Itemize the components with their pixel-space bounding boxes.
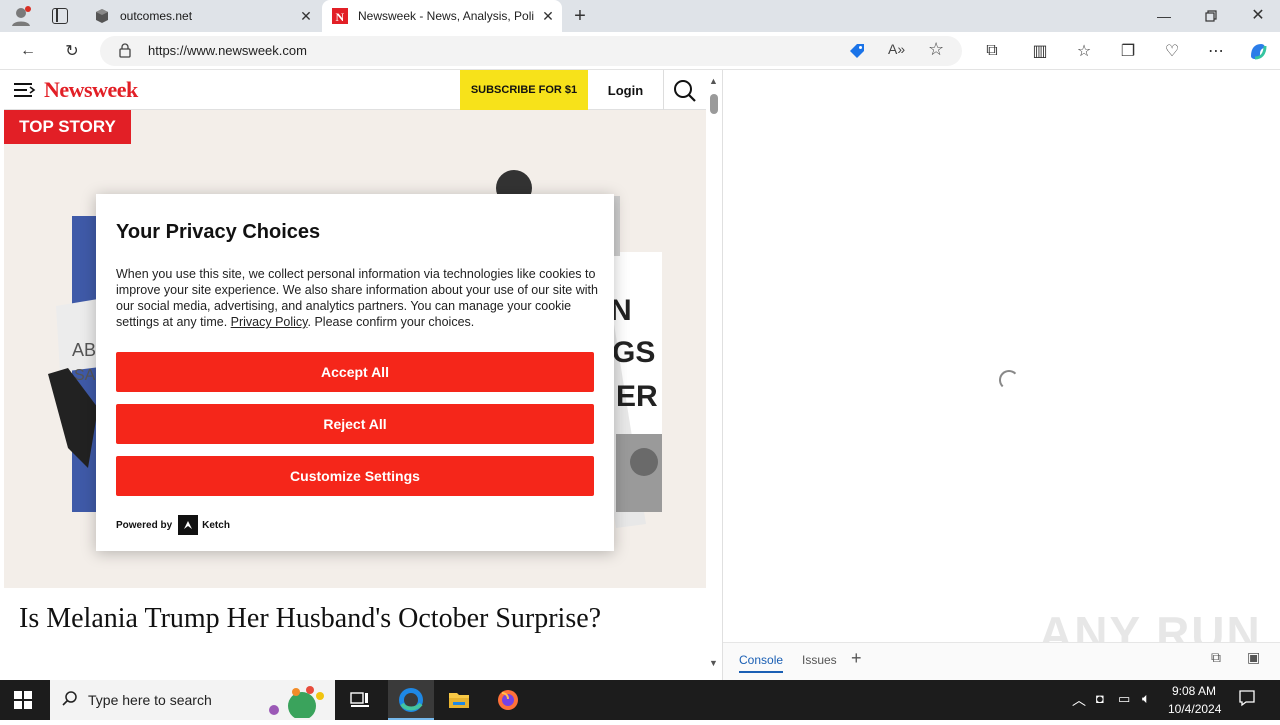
ketch-logo-icon: [178, 515, 199, 535]
dialog-title: Your Privacy Choices: [116, 221, 321, 243]
edge-taskbar-icon[interactable]: [388, 680, 434, 720]
powered-by: Powered by Ketch: [116, 515, 230, 535]
customize-settings-button[interactable]: Customize Settings: [116, 456, 594, 496]
extensions-icon[interactable]: ⧉: [980, 39, 1004, 63]
more-menu-icon[interactable]: ⋯: [1204, 39, 1228, 63]
drawer-icon[interactable]: ▣: [1247, 649, 1260, 666]
privacy-policy-link[interactable]: Privacy Policy: [231, 315, 308, 329]
login-button[interactable]: Login: [588, 70, 664, 110]
tab-actions-icon[interactable]: [52, 8, 68, 24]
refresh-icon[interactable]: ↻: [60, 39, 84, 63]
favorites-icon[interactable]: ☆: [1072, 39, 1096, 63]
tab-issues[interactable]: Issues: [802, 653, 837, 667]
dialog-body: When you use this site, we collect perso…: [116, 266, 598, 330]
close-window-button[interactable]: ✕: [1244, 5, 1272, 25]
newsweek-logo[interactable]: Newsweek: [44, 77, 138, 103]
add-tab-icon[interactable]: +: [851, 648, 862, 669]
svg-text:AB: AB: [72, 340, 96, 360]
back-icon[interactable]: ←: [16, 39, 40, 63]
address-bar[interactable]: https://www.newsweek.com A» ☆: [100, 36, 962, 66]
profile-icon[interactable]: [10, 5, 32, 27]
site-header: Newsweek SUBSCRIBE FOR $1 Login: [4, 70, 706, 110]
devtools-panel: ANY RUN Console Issues + ⧉ ▣: [722, 70, 1280, 680]
scroll-thumb[interactable]: [710, 94, 718, 114]
firefox-icon[interactable]: [497, 689, 519, 711]
close-tab-icon[interactable]: ✕: [292, 8, 320, 25]
tab-newsweek[interactable]: N Newsweek - News, Analysis, Politics ✕: [322, 0, 562, 32]
dock-icon[interactable]: ⧉: [1211, 649, 1221, 666]
vendor-name: Ketch: [202, 519, 230, 531]
copilot-icon[interactable]: [1246, 39, 1270, 63]
taskbar-search-box[interactable]: Type here to search: [50, 680, 335, 720]
browser-essentials-icon[interactable]: ♡: [1160, 39, 1184, 63]
browser-toolbar: ← ↻ https://www.newsweek.com A» ☆ ⧉ ▥ ☆ …: [0, 32, 1280, 70]
task-view-icon[interactable]: [350, 691, 370, 709]
file-explorer-icon[interactable]: [448, 690, 470, 710]
tab-strip: outcomes.net ✕ N Newsweek - News, Analys…: [0, 0, 1280, 32]
show-hidden-icons[interactable]: ︿: [1072, 690, 1086, 710]
search-icon[interactable]: [672, 78, 698, 104]
tab-title: Newsweek - News, Analysis, Politics: [358, 9, 534, 23]
subscribe-button[interactable]: SUBSCRIBE FOR $1: [460, 70, 588, 110]
meet-now-icon[interactable]: ◘: [1096, 691, 1104, 706]
loading-spinner-icon: [999, 370, 1019, 390]
search-icon: [62, 690, 78, 711]
notifications-icon[interactable]: [1238, 689, 1256, 710]
restore-button[interactable]: [1196, 6, 1224, 26]
dialog-body-text-end: . Please confirm your choices.: [307, 315, 475, 329]
taskbar-search-placeholder[interactable]: Type here to search: [88, 692, 212, 708]
powered-by-label: Powered by: [116, 519, 173, 531]
tab-title: outcomes.net: [120, 9, 193, 23]
reject-all-button[interactable]: Reject All: [116, 404, 594, 444]
shopping-tag-icon[interactable]: [848, 42, 866, 60]
read-aloud-icon[interactable]: A»: [888, 41, 905, 57]
article-teaser[interactable]: Is Melania Trump Her Husband's October S…: [4, 588, 706, 676]
hamburger-menu-icon[interactable]: [14, 82, 36, 98]
network-icon[interactable]: ▭: [1118, 691, 1130, 707]
url-text[interactable]: https://www.newsweek.com: [148, 43, 307, 58]
page-scrollbar[interactable]: ▲ ▼: [706, 70, 722, 676]
cube-icon: [94, 8, 110, 24]
svg-text:GS: GS: [612, 336, 655, 369]
minimize-button[interactable]: —: [1150, 8, 1178, 24]
taskbar: Type here to search ︿ ◘ ▭ 🔈︎ 9:08 AM 10/…: [0, 680, 1280, 720]
tab-console[interactable]: Console: [739, 653, 784, 673]
favorite-star-icon[interactable]: ☆: [928, 39, 944, 60]
collections-icon[interactable]: ❐: [1116, 39, 1140, 63]
privacy-dialog: Your Privacy Choices When you use this s…: [96, 194, 614, 551]
tab-outcomes[interactable]: outcomes.net ✕: [84, 0, 320, 32]
scroll-up-arrow-icon[interactable]: ▲: [709, 76, 718, 86]
close-tab-icon[interactable]: ✕: [534, 8, 562, 25]
clock-date[interactable]: 10/4/2024: [1168, 702, 1221, 716]
new-tab-button[interactable]: +: [568, 4, 592, 28]
scroll-down-arrow-icon[interactable]: ▼: [709, 658, 718, 668]
svg-text:N: N: [336, 10, 345, 24]
search-highlight-icon: [262, 684, 332, 723]
top-story-badge: TOP STORY: [4, 110, 131, 144]
clock-time[interactable]: 9:08 AM: [1172, 684, 1216, 698]
volume-icon[interactable]: 🔈︎: [1142, 690, 1150, 707]
newsweek-favicon-icon: N: [332, 8, 348, 24]
split-screen-icon[interactable]: ▥: [1028, 39, 1052, 63]
devtools-tabbar: Console Issues + ⧉ ▣: [723, 642, 1280, 680]
headline[interactable]: Is Melania Trump Her Husband's October S…: [19, 602, 619, 636]
lock-icon[interactable]: [118, 42, 132, 58]
accept-all-button[interactable]: Accept All: [116, 352, 594, 392]
windows-start-icon[interactable]: [14, 691, 32, 709]
svg-text:ER: ER: [616, 380, 658, 413]
